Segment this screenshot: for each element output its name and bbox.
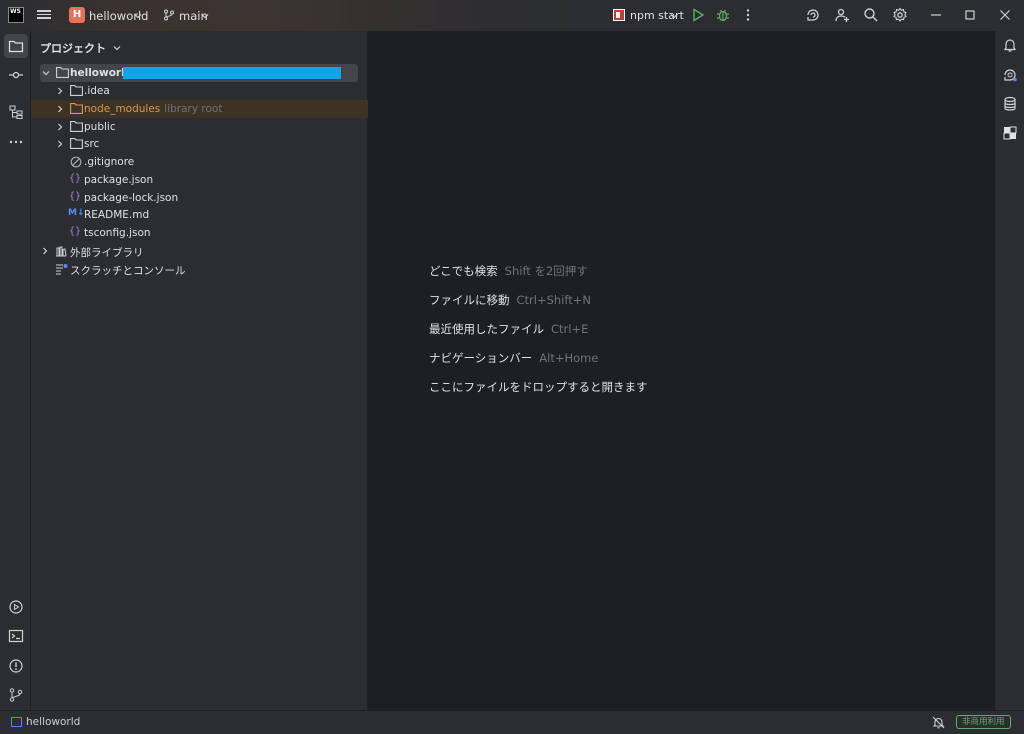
run-window-icon — [9, 600, 23, 614]
tree-item-external-libraries[interactable]: 外部ライブラリ — [31, 242, 368, 260]
hint-go-to-file: ファイルに移動 Ctrl+Shift+N — [429, 293, 591, 307]
chevron-down-icon[interactable] — [113, 44, 121, 52]
git-tool-button[interactable] — [4, 683, 28, 707]
main-menu-icon[interactable] — [36, 8, 52, 22]
excluded-folder-icon — [70, 103, 83, 114]
json-file-icon: {} — [69, 191, 82, 202]
markdown-file-icon: M↓ — [68, 208, 85, 218]
license-badge[interactable]: 非商用利用 — [956, 715, 1011, 729]
problems-icon — [9, 659, 23, 673]
run-tool-button[interactable] — [4, 595, 28, 619]
tree-item-public[interactable]: public — [31, 118, 368, 136]
hint-drop-files: ここにファイルをドロップすると開きます — [429, 380, 648, 394]
tree-item-gitignore[interactable]: .gitignore — [31, 153, 368, 171]
terminal-icon — [8, 629, 24, 643]
npm-icon — [613, 9, 625, 21]
folder-icon — [70, 138, 83, 149]
search-icon[interactable] — [863, 7, 879, 23]
folder-icon — [8, 40, 24, 53]
scratches-icon — [56, 264, 68, 275]
more-actions-icon[interactable] — [740, 7, 756, 23]
webstorm-logo-icon: WS — [8, 7, 24, 23]
tree-item-package-json[interactable]: {} package.json — [31, 171, 368, 189]
folder-icon — [70, 85, 83, 96]
add-user-icon[interactable] — [834, 7, 850, 23]
project-icon — [11, 717, 22, 727]
tree-item-idea[interactable]: .idea — [31, 82, 368, 100]
folder-icon — [56, 67, 69, 78]
notifications-off-icon[interactable] — [932, 716, 945, 729]
project-tool-window: プロジェクト helloworld .idea node_modules libr… — [31, 31, 368, 710]
left-tool-strip — [0, 31, 31, 710]
chevron-down-icon[interactable] — [134, 12, 142, 20]
tree-item-readme[interactable]: M↓ README.md — [31, 206, 368, 224]
problems-tool-button[interactable] — [4, 654, 28, 678]
plugin-icon[interactable] — [1002, 125, 1018, 141]
tree-item-src[interactable]: src — [31, 135, 368, 153]
project-panel-title[interactable]: プロジェクト — [40, 40, 121, 56]
hint-recent-files: 最近使用したファイル Ctrl+E — [429, 322, 589, 336]
tree-item-tsconfig[interactable]: {} tsconfig.json — [31, 224, 368, 242]
more-horizontal-icon — [9, 140, 23, 144]
more-tools-button[interactable] — [4, 130, 28, 154]
json-file-icon: {} — [69, 173, 82, 184]
chevron-down-icon[interactable] — [670, 12, 678, 20]
git-icon — [9, 688, 23, 702]
tree-item-node-modules[interactable]: node_modules library root — [31, 100, 368, 118]
ai-assistant-icon[interactable] — [805, 7, 821, 23]
chevron-right-icon[interactable] — [56, 105, 64, 113]
tree-item-package-lock-json[interactable]: {} package-lock.json — [31, 189, 368, 207]
structure-icon — [9, 105, 23, 119]
chevron-down-icon[interactable] — [201, 12, 209, 20]
commit-icon — [9, 71, 23, 79]
redacted-path — [123, 67, 341, 79]
notifications-bell-icon[interactable] — [1002, 37, 1018, 53]
title-bar: WS H helloworld main npm start — [0, 0, 1024, 31]
hint-search-everywhere: どこでも検索 Shift を2回押す — [429, 264, 588, 278]
maximize-icon[interactable] — [962, 7, 978, 23]
folder-icon — [70, 121, 83, 132]
ignore-file-icon — [70, 156, 82, 168]
minimize-icon[interactable] — [928, 7, 944, 23]
chevron-right-icon[interactable] — [41, 247, 49, 255]
commit-tool-button[interactable] — [4, 63, 28, 87]
ai-chat-icon[interactable] — [1002, 67, 1018, 83]
chevron-right-icon[interactable] — [56, 140, 64, 148]
tree-item-helloworld[interactable]: helloworld — [40, 64, 358, 82]
debug-icon[interactable] — [715, 7, 731, 23]
tree-item-scratches[interactable]: スクラッチとコンソール — [31, 260, 368, 278]
chevron-right-icon[interactable] — [56, 87, 64, 95]
project-tool-button[interactable] — [4, 34, 28, 58]
json-file-icon: {} — [69, 226, 82, 237]
hint-navigation-bar: ナビゲーションバー Alt+Home — [429, 351, 599, 365]
git-branch-icon[interactable] — [163, 9, 175, 21]
editor-empty-area[interactable]: どこでも検索 Shift を2回押す ファイルに移動 Ctrl+Shift+N 最近… — [368, 31, 994, 710]
run-icon[interactable] — [690, 7, 706, 23]
status-project-name[interactable]: helloworld — [26, 716, 80, 728]
database-icon[interactable] — [1002, 96, 1018, 112]
terminal-tool-button[interactable] — [4, 624, 28, 648]
project-badge[interactable]: H — [69, 7, 85, 23]
close-icon[interactable] — [997, 7, 1013, 23]
structure-tool-button[interactable] — [4, 100, 28, 124]
library-icon — [56, 246, 67, 257]
right-tool-strip — [994, 31, 1024, 710]
settings-gear-icon[interactable] — [892, 7, 908, 23]
chevron-right-icon[interactable] — [56, 123, 64, 131]
chevron-down-icon[interactable] — [42, 69, 50, 77]
status-bar: helloworld 非商用利用 — [0, 710, 1024, 734]
